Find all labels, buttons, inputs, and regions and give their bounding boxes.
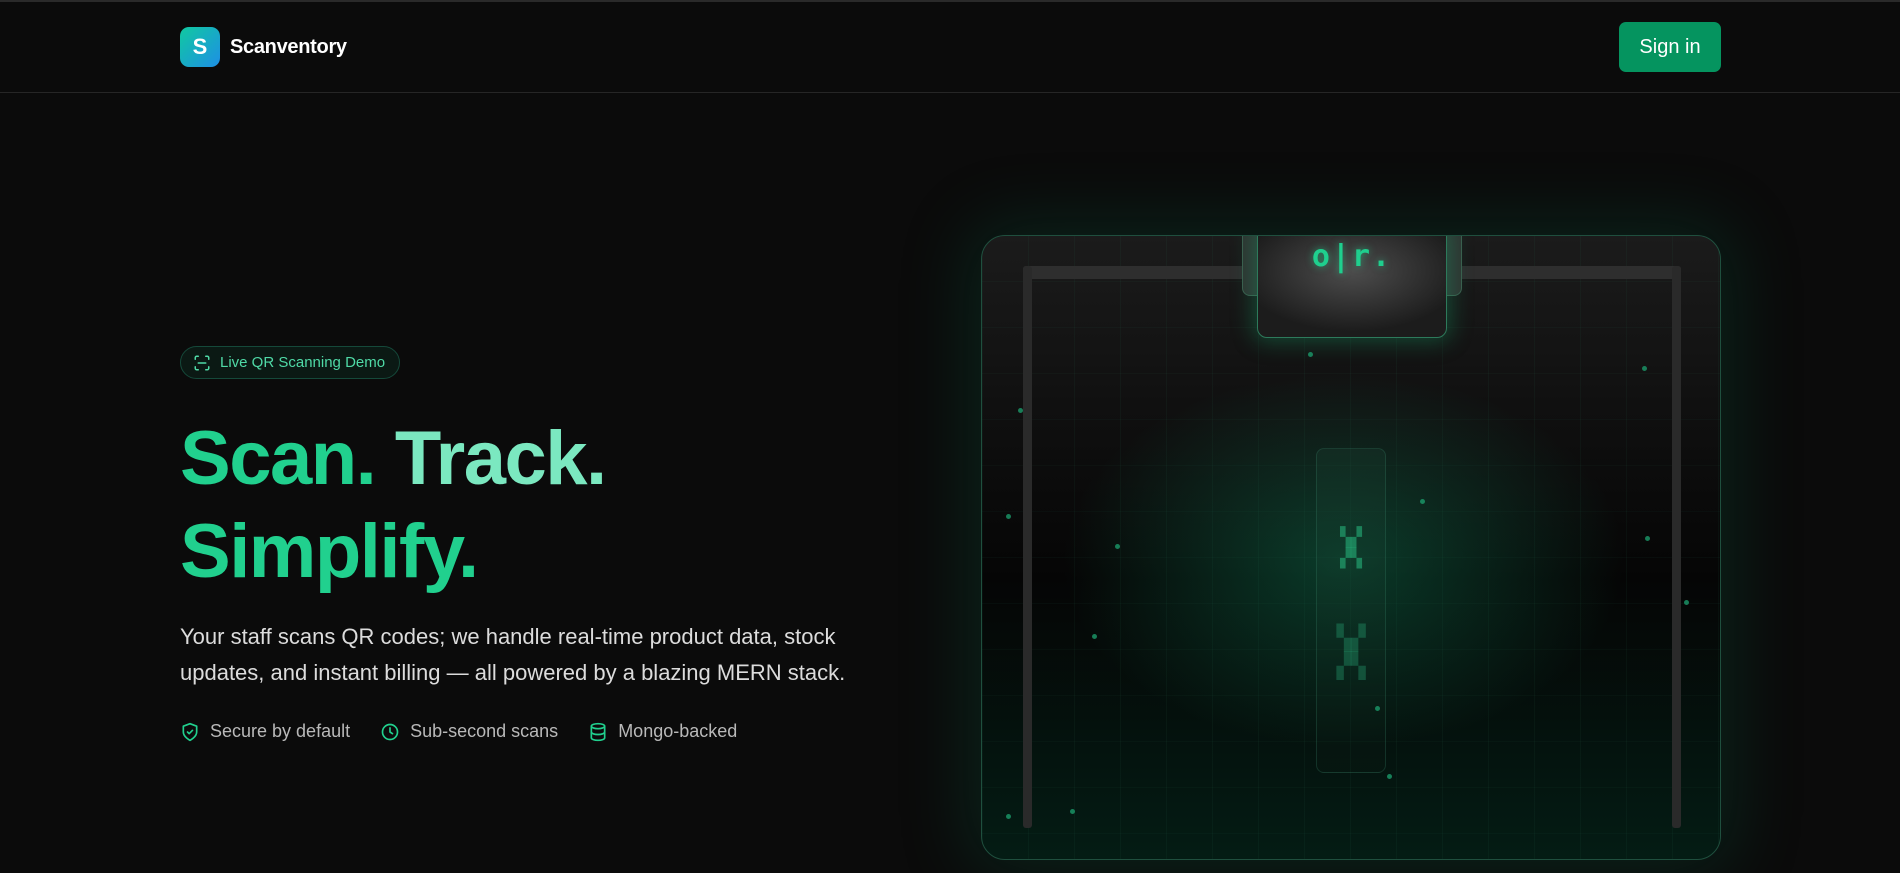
particle-dot: [1645, 536, 1650, 541]
product-card: ▚▞ ▞▚ ▚▞ ▞▚: [1316, 448, 1386, 773]
headline-word-track: Track.: [394, 416, 607, 501]
conveyor-rail-right: [1672, 266, 1681, 828]
particle-dot: [1308, 352, 1313, 357]
particle-dot: [1420, 499, 1425, 504]
feature-item: Sub-second scans: [380, 721, 558, 742]
top-navbar: S Scanventory Sign in: [0, 2, 1900, 93]
logo-icon: S: [180, 27, 220, 67]
particle-dot: [1018, 408, 1023, 413]
scanner-qr-glyph: o|r.: [1311, 239, 1393, 274]
feature-item: Mongo-backed: [588, 721, 737, 742]
brand-name: Scanventory: [230, 35, 347, 58]
scan-icon: [194, 355, 210, 370]
shield-check-icon: [182, 722, 198, 741]
clock-icon: [381, 723, 399, 740]
headline-word-simplify: Simplify.: [180, 509, 479, 594]
hero-subtitle: Your staff scans QR codes; we handle rea…: [180, 624, 846, 685]
scanner-head: o|r.: [1257, 236, 1447, 338]
feature-list: Secure by default Sub-second scans Mongo…: [180, 721, 737, 742]
sign-in-button[interactable]: Sign in: [1619, 22, 1721, 72]
database-icon: [590, 722, 606, 741]
conveyor-rail-left: [1023, 266, 1032, 828]
badge-label: Live QR Scanning Demo: [220, 354, 386, 371]
particle-dot: [1375, 706, 1380, 711]
particle-dot: [1006, 514, 1011, 519]
qr-code-icon: ▚▞ ▞▚: [1336, 624, 1366, 680]
live-demo-badge: Live QR Scanning Demo: [180, 346, 401, 379]
particle-dot: [1642, 366, 1647, 371]
particle-dot: [1684, 600, 1689, 605]
feature-label: Secure by default: [210, 721, 351, 741]
feature-label: Sub-second scans: [410, 721, 559, 741]
headline-word-scan: Scan.: [180, 416, 377, 501]
qr-code-icon: ▚▞ ▞▚: [1340, 527, 1362, 569]
hero-headline: Scan. Track. Simplify.: [180, 412, 607, 598]
particle-dot: [1070, 809, 1075, 814]
feature-item: Secure by default: [180, 721, 350, 742]
particle-dot: [1006, 814, 1011, 819]
feature-label: Mongo-backed: [618, 721, 738, 741]
particle-dot: [1115, 544, 1120, 549]
particle-dot: [1387, 774, 1392, 779]
brand-logo-link[interactable]: S Scanventory: [180, 27, 347, 67]
particle-dot: [1092, 634, 1097, 639]
qr-scanner-illustration: o|r. ▚▞ ▞▚ ▚▞ ▞▚: [981, 235, 1721, 860]
